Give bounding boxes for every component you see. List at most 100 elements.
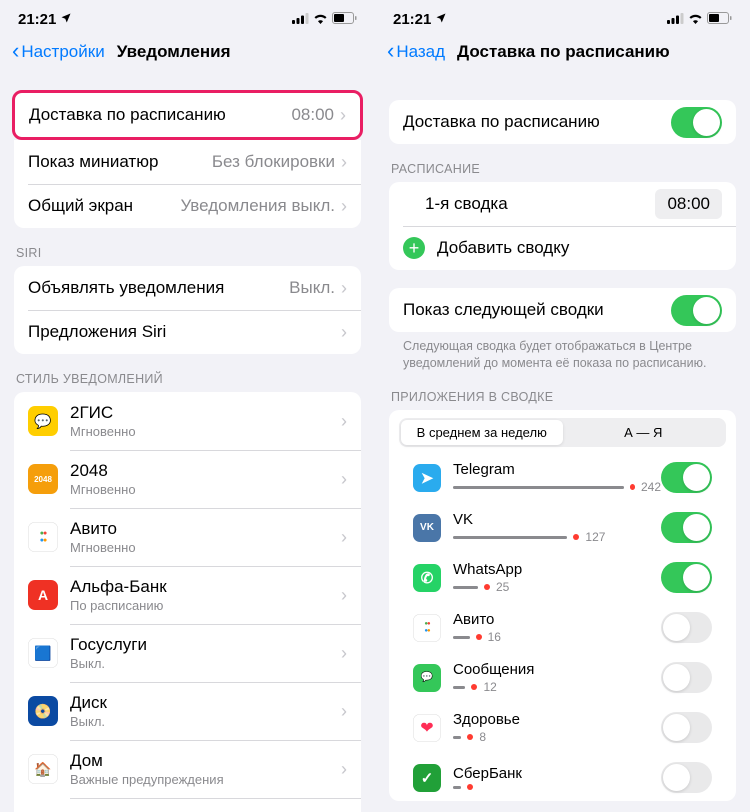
app-cell[interactable]: 🛒Едадил› (14, 798, 361, 812)
chevron-right-icon: › (341, 196, 347, 217)
app-title: СберБанк (453, 765, 661, 782)
chevron-left-icon: ‹ (12, 40, 19, 62)
app-icon: 💬 (413, 664, 441, 692)
wifi-icon (313, 11, 328, 28)
app-cell[interactable]: 🏠ДомВажные предупреждения› (14, 740, 361, 798)
chevron-right-icon: › (341, 152, 347, 173)
app-title: WhatsApp (453, 561, 661, 578)
siri-cell[interactable]: Объявлять уведомления Выкл. › (14, 266, 361, 310)
summary-app-row: ✓ СберБанк (399, 751, 726, 801)
cell-value: Выкл. (289, 278, 335, 298)
next-summary-note: Следующая сводка будет отображаться в Це… (375, 332, 750, 372)
app-cell[interactable]: 20482048Мгновенно› (14, 450, 361, 508)
app-title: 2048 (70, 461, 341, 481)
app-toggle[interactable] (661, 762, 712, 793)
siri-header: SIRI (0, 246, 375, 266)
notification-count: 242 (641, 480, 661, 494)
app-cell[interactable]: ●●●●АвитоМгновенно› (14, 508, 361, 566)
nav-title: Доставка по расписанию (457, 42, 670, 62)
back-button[interactable]: ‹ Назад (383, 42, 449, 62)
app-cell[interactable]: 💬2ГИСМгновенно› (14, 392, 361, 450)
app-icon: ✆ (413, 564, 441, 592)
summary-time-cell[interactable]: 1-я сводка 08:00 (389, 182, 736, 226)
app-sub: Мгновенно (70, 482, 341, 497)
app-icon: ✓ (413, 764, 441, 792)
chevron-right-icon: › (341, 643, 347, 664)
app-toggle[interactable] (661, 712, 712, 743)
add-summary-cell[interactable]: + Добавить сводку (389, 226, 736, 270)
chevron-right-icon: › (341, 527, 347, 548)
siri-cell[interactable]: Предложения Siri› (14, 310, 361, 354)
battery-icon (707, 11, 732, 28)
summary-app-row: ➤Telegram242 (399, 451, 726, 501)
chevron-right-icon: › (341, 585, 347, 606)
apps-group: 💬2ГИСМгновенно›20482048Мгновенно›●●●●Ави… (14, 392, 361, 812)
app-cell[interactable]: 📀ДискВыкл.› (14, 682, 361, 740)
back-label: Настройки (21, 42, 104, 62)
badge-dot (476, 634, 482, 640)
back-button[interactable]: ‹ Настройки (8, 42, 109, 62)
badge-dot (467, 784, 473, 790)
next-summary-toggle-cell: Показ следующей сводки (389, 288, 736, 332)
cell-label: Объявлять уведомления (28, 278, 224, 298)
siri-group: Объявлять уведомления Выкл. › Предложения S… (14, 266, 361, 354)
seg-alpha[interactable]: А — Я (563, 420, 725, 445)
summary-app-row: VKVK127 (399, 501, 726, 551)
chevron-right-icon: › (340, 105, 346, 126)
badge-dot (467, 734, 473, 740)
delivery-toggle-cell: Доставка по расписанию (389, 100, 736, 144)
cell-label: Доставка по расписанию (29, 105, 226, 125)
notification-count: 8 (479, 730, 486, 744)
notification-count: 127 (585, 530, 605, 544)
right-panel: 21:21 ‹ Назад Доставка по расписанию Дос… (375, 0, 750, 812)
status-time: 21:21 (18, 11, 56, 28)
app-toggle[interactable] (661, 562, 712, 593)
location-icon (435, 11, 447, 28)
cell-value: 08:00 (291, 105, 334, 125)
app-title: Сообщения (453, 661, 661, 678)
badge-dot (484, 584, 490, 590)
add-icon: + (403, 237, 425, 259)
app-toggle[interactable] (661, 662, 712, 693)
chevron-right-icon: › (341, 759, 347, 780)
chevron-left-icon: ‹ (387, 40, 394, 62)
app-icon: 💬 (28, 406, 58, 436)
next-summary-toggle[interactable] (671, 295, 722, 326)
app-title: Диск (70, 693, 341, 713)
app-title: Здоровье (453, 711, 661, 728)
chevron-right-icon: › (341, 701, 347, 722)
notification-count: 16 (488, 630, 501, 644)
app-icon: ●●●● (413, 614, 441, 642)
cell-value: Уведомления выкл. (180, 196, 335, 216)
battery-icon (332, 11, 357, 28)
delivery-toggle[interactable] (671, 107, 722, 138)
notification-count: 25 (496, 580, 509, 594)
settings-cell[interactable]: Показ миниатюрБез блокировки› (14, 140, 361, 184)
app-sub: Мгновенно (70, 424, 341, 439)
app-icon: ❤ (413, 714, 441, 742)
chevron-right-icon: › (341, 278, 347, 299)
nav-title: Уведомления (117, 42, 231, 62)
scheduled-delivery-cell[interactable]: Доставка по расписанию 08:00 › (15, 93, 360, 137)
app-title: Авито (70, 519, 341, 539)
cell-label: Предложения Siri (28, 322, 166, 342)
app-toggle[interactable] (661, 462, 712, 493)
app-toggle[interactable] (661, 612, 712, 643)
back-label: Назад (396, 42, 445, 62)
app-toggle[interactable] (661, 512, 712, 543)
settings-cell[interactable]: Общий экранУведомления выкл.› (14, 184, 361, 228)
sort-segment: В среднем за неделю А — Я (399, 418, 726, 447)
app-sub: Выкл. (70, 656, 341, 671)
app-title: VK (453, 511, 661, 528)
time-picker[interactable]: 08:00 (655, 189, 722, 219)
app-title: Альфа-Банк (70, 577, 341, 597)
nav-bar: ‹ Назад Доставка по расписанию (375, 30, 750, 74)
app-cell[interactable]: ААльфа-БанкПо расписанию› (14, 566, 361, 624)
signal-icon (667, 11, 684, 28)
app-cell[interactable]: 🟦ГосуслугиВыкл.› (14, 624, 361, 682)
seg-avg-week[interactable]: В среднем за неделю (401, 420, 563, 445)
schedule-header: РАСПИСАНИЕ (375, 162, 750, 182)
status-bar: 21:21 (375, 10, 750, 28)
status-time: 21:21 (393, 11, 431, 28)
app-icon: 2048 (28, 464, 58, 494)
